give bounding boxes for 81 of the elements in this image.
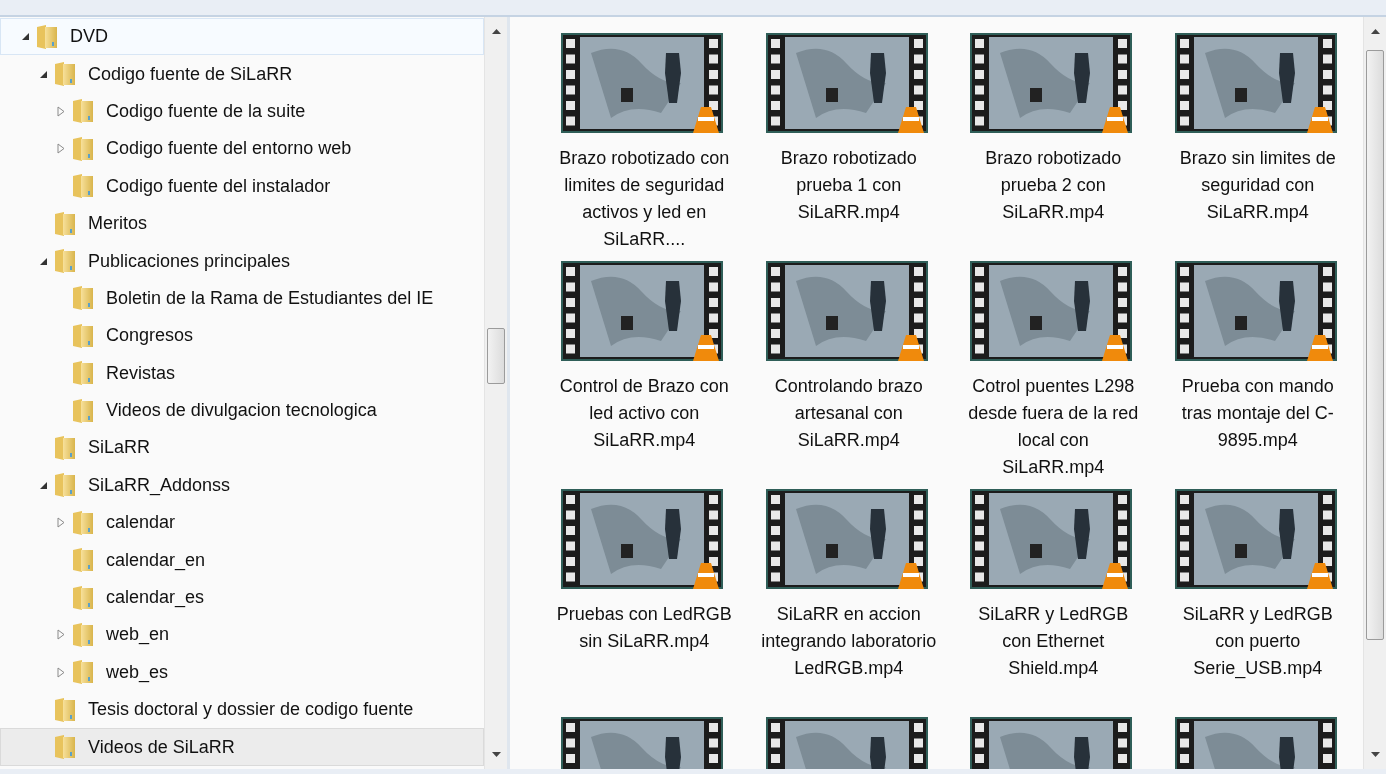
folder-icon [71, 285, 95, 312]
file-name: Brazo robotizado prueba 2 con SiLaRR.mp4 [984, 147, 1123, 224]
file-name: SiLaRR y LedRGB con puerto Serie_USB.mp4 [1181, 603, 1334, 681]
video-file[interactable]: Brazo robotizado prueba 2 con SiLaRR.mp4 [951, 33, 1156, 261]
folder-icon [71, 360, 95, 387]
folder-icon [71, 547, 95, 574]
tree-item[interactable]: SiLaRR [0, 429, 484, 467]
tree-item[interactable]: Codigo fuente de SiLaRR [0, 55, 484, 93]
expanded-arrow-icon[interactable] [38, 480, 48, 490]
tree-item[interactable]: DVD [0, 18, 484, 56]
tree-item[interactable]: Codigo fuente del entorno web [0, 130, 484, 168]
tree-item[interactable]: SiLaRR_Addonss [0, 466, 484, 505]
folder-icon [53, 734, 77, 761]
file-name: Brazo robotizado con limites de seguridad activos y led en SiLaRR.... [558, 147, 731, 251]
folder-icon [71, 621, 95, 648]
folder-icon [53, 210, 77, 237]
video-file[interactable]: SiLaRR en accion integrando laboratorio LedRGB.mp4 [746, 489, 951, 717]
folder-icon [71, 98, 95, 125]
video-file[interactable]: Cotrol puentes L298 desde fuera de la red local con SiLaRR.mp4 [951, 261, 1156, 489]
video-file[interactable]: Brazo sin limites de seguridad con SiLaRR.mp4 [1155, 33, 1360, 261]
tree-item[interactable]: Tesis doctoral y dossier de codigo fuente [0, 691, 484, 729]
folder-icon [71, 135, 95, 162]
video-file[interactable]: SiLaRR y LedRGB con Ethernet Shield.mp4 [951, 489, 1156, 717]
video-file[interactable]: Brazo robotizado con limites de seguridad activos y led en SiLaRR.... [542, 33, 747, 261]
scrollbar[interactable] [484, 17, 507, 769]
file-name: Brazo sin limites de seguridad con SiLaRR.mp4 [1178, 147, 1337, 224]
collapsed-arrow-icon[interactable] [57, 629, 65, 641]
folder-icon [53, 435, 77, 461]
tree-item[interactable]: Codigo fuente del instalador [0, 167, 484, 205]
expanded-arrow-icon[interactable] [38, 69, 48, 79]
tree-item[interactable]: Codigo fuente de la suite [0, 92, 484, 131]
folder-icon [35, 23, 59, 50]
folder-icon [71, 397, 95, 424]
tree-item[interactable]: Revistas [0, 354, 484, 392]
file-name: Pruebas con LedRGB sin SiLaRR.mp4 [555, 603, 733, 653]
file-name: Prueba con mando tras montaje del C-9895.mp4 [1180, 375, 1335, 452]
collapsed-arrow-icon[interactable] [57, 517, 65, 529]
scrollbar[interactable] [1363, 17, 1386, 769]
tree-item[interactable]: Publicaciones principales [0, 242, 484, 280]
scroll-down-icon[interactable] [1370, 752, 1380, 757]
video-file[interactable]: Brazo robotizado prueba 1 con SiLaRR.mp4 [746, 33, 951, 261]
tree-item[interactable]: web_en [0, 616, 484, 654]
tree-item[interactable]: calendar_es [0, 578, 484, 617]
tree-item[interactable]: Meritos [0, 204, 484, 243]
collapsed-arrow-icon[interactable] [57, 666, 65, 678]
video-file[interactable]: Pruebas con LedRGB sin SiLaRR.mp4 [542, 489, 747, 717]
video-file[interactable]: Prueba con mando tras montaje del C-9895.mp4 [1155, 261, 1360, 489]
tree-item[interactable]: Videos de divulgacion tecnologica [0, 391, 484, 430]
collapsed-arrow-icon[interactable] [57, 143, 65, 155]
tree-item[interactable]: Boletin de la Rama de Estudiantes del IE [0, 279, 484, 318]
folder-icon [53, 248, 77, 275]
folder-icon [71, 322, 95, 349]
video-file[interactable]: Controlando brazo artesanal con SiLaRR.mp4 [746, 261, 951, 489]
folder-icon [71, 659, 95, 686]
file-name: Cotrol puentes L298 desde fuera de la red local con SiLaRR.mp4 [967, 375, 1140, 479]
video-file[interactable]: SiLaRR y LedRGB con puerto Serie_USB.mp4 [1155, 489, 1360, 717]
scroll-up-icon[interactable] [491, 29, 501, 34]
tree-item[interactable]: calendar_en [0, 541, 484, 579]
folder-icon [53, 696, 77, 723]
scroll-thumb[interactable] [487, 328, 505, 384]
file-name: SiLaRR y LedRGB con Ethernet Shield.mp4 [977, 603, 1130, 680]
tree-item[interactable]: Congresos [0, 317, 484, 355]
scroll-down-icon[interactable] [491, 752, 501, 757]
tree-item[interactable]: Videos de SiLaRR [0, 728, 484, 766]
tree-item[interactable]: web_es [0, 653, 484, 692]
file-name: SiLaRR en accion integrando laboratorio LedRGB.mp4 [760, 603, 938, 680]
tree-item[interactable]: calendar [0, 504, 484, 542]
folder-icon [71, 584, 95, 611]
folder-icon [53, 472, 77, 499]
file-name: Control de Brazo con led activo con SiLaRR.mp4 [558, 375, 730, 452]
folder-icon [71, 509, 95, 536]
collapsed-arrow-icon[interactable] [57, 105, 65, 117]
file-name: Controlando brazo artesanal con SiLaRR.mp4 [773, 375, 924, 452]
file-name: Brazo robotizado prueba 1 con SiLaRR.mp4 [779, 147, 918, 224]
folder-icon [53, 61, 77, 88]
scroll-up-icon[interactable] [1370, 29, 1380, 34]
expanded-arrow-icon[interactable] [20, 32, 30, 42]
expanded-arrow-icon[interactable] [38, 256, 48, 266]
scroll-thumb[interactable] [1366, 50, 1384, 640]
video-file[interactable]: Control de Brazo con led activo con SiLaRR.mp4 [542, 261, 747, 489]
folder-icon [71, 173, 95, 200]
